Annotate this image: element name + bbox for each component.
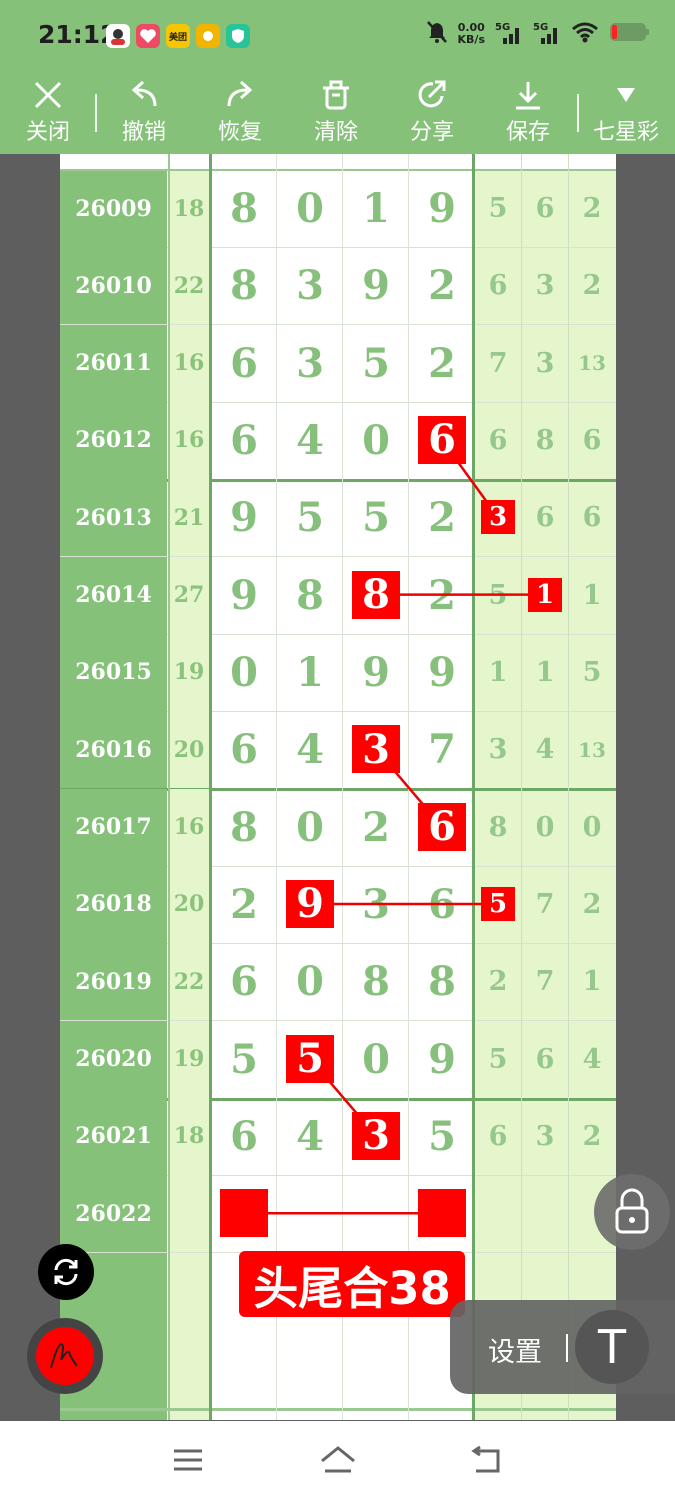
settings-divider (566, 1334, 568, 1362)
status-bar: 21:12 美团 0.00 KB/s 5G 5G (0, 0, 675, 74)
signal-2: 5G (533, 22, 561, 46)
empty-pick-box (418, 1189, 466, 1238)
settings-panel: 设置 T (450, 1300, 675, 1394)
clear-button[interactable]: 清除 (296, 74, 376, 154)
save-button[interactable]: 保存 (488, 74, 568, 154)
share-button[interactable]: 分享 (392, 74, 472, 154)
text-tool-button[interactable]: T (575, 1310, 649, 1384)
toolbar-divider (577, 94, 579, 132)
undo-icon (131, 80, 157, 107)
highlighted-number: 3 (352, 725, 400, 774)
shield-app-icon (226, 24, 250, 48)
draw-sheet[interactable]: 26009 18 8 0 1 9 5 6 2 26010 22 8 3 9 2 6 3 2 26011 16 6 3 5 2 7… (60, 154, 616, 1420)
close-label: 关闭 (25, 120, 70, 145)
back-icon[interactable] (470, 1445, 504, 1479)
battery-icon (609, 21, 649, 47)
highlighted-number: 5 (481, 886, 515, 921)
lottery-dropdown[interactable]: 七星彩 (586, 74, 666, 154)
net-speed-unit: KB/s (457, 33, 485, 46)
signal-2-label: 5G (533, 22, 549, 33)
lock-icon (615, 1188, 649, 1234)
highlighted-number: 1 (528, 577, 562, 612)
menu-icon[interactable] (172, 1447, 204, 1477)
share-label: 分享 (409, 120, 454, 145)
signature-icon (50, 1342, 78, 1369)
edit-toolbar: 关闭 撤销 恢复 清除 分享 保存 七星彩 (0, 74, 675, 154)
undo-label: 撤销 (121, 120, 166, 145)
connector-lines (268, 439, 545, 1215)
download-icon (516, 82, 540, 110)
meituan-app-icon: 美团 (166, 24, 190, 48)
empty-pick-box (220, 1189, 268, 1238)
close-icon (34, 81, 62, 109)
status-app-icons: 美团 (106, 24, 250, 48)
redo-icon (227, 80, 253, 107)
annotation-label: 头尾合38 (239, 1251, 465, 1317)
pen-button[interactable] (27, 1318, 103, 1394)
home-icon[interactable] (319, 1445, 357, 1479)
signal-1: 5G (495, 22, 523, 46)
trash-icon (323, 80, 349, 110)
save-label: 保存 (505, 120, 550, 145)
status-indicators: 0.00 KB/s 5G 5G (426, 20, 649, 48)
highlighted-number: 9 (286, 879, 334, 928)
lottery-label: 七星彩 (592, 120, 659, 145)
highlighted-number: 6 (418, 802, 466, 851)
sun-app-icon (196, 24, 220, 48)
signal-1-label: 5G (495, 22, 511, 33)
highlighted-number: 3 (352, 1111, 400, 1160)
share-icon (418, 80, 446, 108)
refresh-icon (54, 1258, 78, 1286)
close-button[interactable]: 关闭 (8, 74, 88, 154)
avatar-app-icon (106, 24, 130, 48)
settings-button[interactable]: 设置 (488, 1330, 542, 1369)
lock-button[interactable] (594, 1174, 670, 1250)
redo-label: 恢复 (217, 120, 262, 145)
toolbar-divider (95, 94, 97, 132)
clear-label: 清除 (313, 120, 358, 145)
undo-button[interactable]: 撤销 (104, 74, 184, 154)
highlighted-number: 6 (418, 415, 466, 464)
pen-color-swatch (36, 1327, 94, 1385)
heart-app-icon (136, 24, 160, 48)
redo-button[interactable]: 恢复 (200, 74, 280, 154)
bell-muted-icon (426, 20, 448, 48)
highlighted-number: 8 (352, 570, 400, 619)
triangle-down-icon (617, 88, 635, 102)
highlighted-number: 3 (481, 500, 515, 535)
net-speed: 0.00 KB/s (458, 22, 485, 46)
wifi-icon (571, 21, 599, 47)
highlighted-number: 5 (286, 1034, 334, 1083)
refresh-button[interactable] (38, 1244, 94, 1300)
system-nav-bar (0, 1421, 675, 1500)
